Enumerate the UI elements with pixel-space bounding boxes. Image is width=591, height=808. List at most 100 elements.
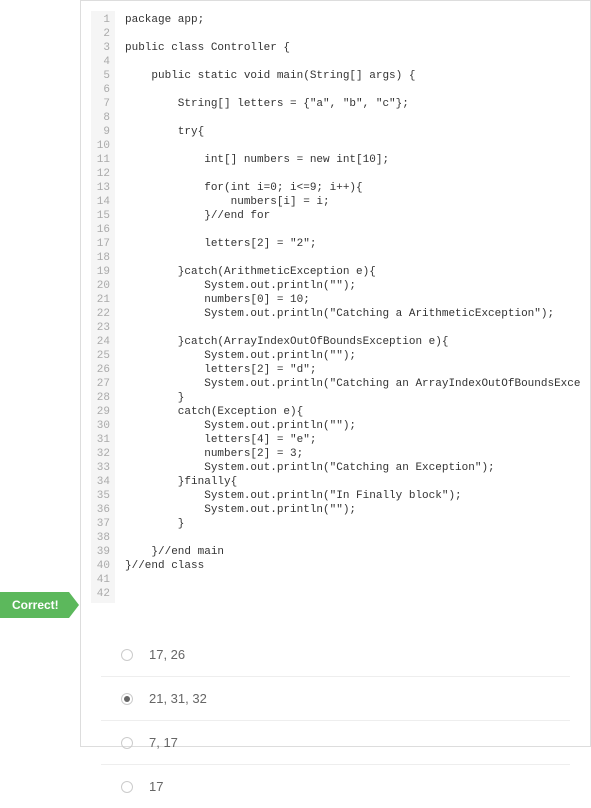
code-line: System.out.println(""); bbox=[125, 419, 580, 433]
answer-label: 17 bbox=[149, 779, 163, 794]
code-line: }catch(ArithmeticException e){ bbox=[125, 265, 580, 279]
code-line: System.out.println(""); bbox=[125, 503, 580, 517]
code-line: numbers[0] = 10; bbox=[125, 293, 580, 307]
line-number: 27 bbox=[94, 377, 110, 391]
code-line bbox=[125, 139, 580, 153]
answer-list: 17, 26 21, 31, 32 7, 17 17 bbox=[81, 623, 590, 808]
answer-label: 17, 26 bbox=[149, 647, 185, 662]
line-number: 14 bbox=[94, 195, 110, 209]
line-number: 34 bbox=[94, 475, 110, 489]
line-number: 25 bbox=[94, 349, 110, 363]
correct-badge-label: Correct! bbox=[12, 598, 59, 612]
code-line bbox=[125, 587, 580, 601]
code-line bbox=[125, 223, 580, 237]
content-area: 1234567891011121314151617181920212223242… bbox=[80, 0, 591, 747]
code-line: }//end for bbox=[125, 209, 580, 223]
line-number: 10 bbox=[94, 139, 110, 153]
answer-option[interactable]: 21, 31, 32 bbox=[101, 677, 570, 721]
code-line bbox=[125, 111, 580, 125]
code-line: }//end class bbox=[125, 559, 580, 573]
answer-label: 7, 17 bbox=[149, 735, 178, 750]
line-number: 26 bbox=[94, 363, 110, 377]
code-line: int[] numbers = new int[10]; bbox=[125, 153, 580, 167]
code-line: numbers[i] = i; bbox=[125, 195, 580, 209]
code-line: catch(Exception e){ bbox=[125, 405, 580, 419]
code-line bbox=[125, 321, 580, 335]
code-line: } bbox=[125, 517, 580, 531]
code-line: public static void main(String[] args) { bbox=[125, 69, 580, 83]
line-number: 21 bbox=[94, 293, 110, 307]
code-line: package app; bbox=[125, 13, 580, 27]
line-number: 30 bbox=[94, 419, 110, 433]
code-line bbox=[125, 167, 580, 181]
code-line: System.out.println("In Finally block"); bbox=[125, 489, 580, 503]
line-number: 20 bbox=[94, 279, 110, 293]
line-number: 37 bbox=[94, 517, 110, 531]
radio-icon[interactable] bbox=[121, 649, 133, 661]
line-number: 23 bbox=[94, 321, 110, 335]
line-number: 11 bbox=[94, 153, 110, 167]
code-line: } bbox=[125, 391, 580, 405]
code-line: letters[4] = "e"; bbox=[125, 433, 580, 447]
line-number: 18 bbox=[94, 251, 110, 265]
line-number: 40 bbox=[94, 559, 110, 573]
line-number-gutter: 1234567891011121314151617181920212223242… bbox=[91, 11, 115, 603]
code-line: }catch(ArrayIndexOutOfBoundsException e)… bbox=[125, 335, 580, 349]
line-number: 3 bbox=[94, 41, 110, 55]
answer-option[interactable]: 7, 17 bbox=[101, 721, 570, 765]
code-line: System.out.println("Catching an ArrayInd… bbox=[125, 377, 580, 391]
code-line: public class Controller { bbox=[125, 41, 580, 55]
line-number: 4 bbox=[94, 55, 110, 69]
line-number: 38 bbox=[94, 531, 110, 545]
code-line: System.out.println(""); bbox=[125, 349, 580, 363]
code-line: letters[2] = "d"; bbox=[125, 363, 580, 377]
line-number: 32 bbox=[94, 447, 110, 461]
line-number: 24 bbox=[94, 335, 110, 349]
code-line: String[] letters = {"a", "b", "c"}; bbox=[125, 97, 580, 111]
line-number: 29 bbox=[94, 405, 110, 419]
line-number: 6 bbox=[94, 83, 110, 97]
code-line: System.out.println("Catching an Exceptio… bbox=[125, 461, 580, 475]
code-block: 1234567891011121314151617181920212223242… bbox=[91, 11, 580, 603]
code-line: System.out.println(""); bbox=[125, 279, 580, 293]
line-number: 8 bbox=[94, 111, 110, 125]
code-line bbox=[125, 27, 580, 41]
code-line bbox=[125, 55, 580, 69]
answer-option[interactable]: 17, 26 bbox=[101, 633, 570, 677]
line-number: 36 bbox=[94, 503, 110, 517]
line-number: 7 bbox=[94, 97, 110, 111]
code-line bbox=[125, 531, 580, 545]
line-number: 17 bbox=[94, 237, 110, 251]
code-line: numbers[2] = 3; bbox=[125, 447, 580, 461]
line-number: 42 bbox=[94, 587, 110, 601]
line-number: 5 bbox=[94, 69, 110, 83]
line-number: 31 bbox=[94, 433, 110, 447]
code-lines: package app; public class Controller { pu… bbox=[115, 11, 580, 603]
radio-icon[interactable] bbox=[121, 781, 133, 793]
line-number: 19 bbox=[94, 265, 110, 279]
line-number: 12 bbox=[94, 167, 110, 181]
line-number: 22 bbox=[94, 307, 110, 321]
code-line bbox=[125, 83, 580, 97]
line-number: 28 bbox=[94, 391, 110, 405]
line-number: 2 bbox=[94, 27, 110, 41]
line-number: 41 bbox=[94, 573, 110, 587]
code-line: }finally{ bbox=[125, 475, 580, 489]
line-number: 16 bbox=[94, 223, 110, 237]
code-line bbox=[125, 573, 580, 587]
line-number: 39 bbox=[94, 545, 110, 559]
code-line: }//end main bbox=[125, 545, 580, 559]
correct-badge: Correct! bbox=[0, 592, 69, 618]
line-number: 1 bbox=[94, 13, 110, 27]
answer-option[interactable]: 17 bbox=[101, 765, 570, 808]
code-line: for(int i=0; i<=9; i++){ bbox=[125, 181, 580, 195]
answer-label: 21, 31, 32 bbox=[149, 691, 207, 706]
code-line: System.out.println("Catching a Arithmeti… bbox=[125, 307, 580, 321]
code-line bbox=[125, 251, 580, 265]
line-number: 35 bbox=[94, 489, 110, 503]
radio-icon[interactable] bbox=[121, 693, 133, 705]
code-line: letters[2] = "2"; bbox=[125, 237, 580, 251]
line-number: 9 bbox=[94, 125, 110, 139]
line-number: 15 bbox=[94, 209, 110, 223]
line-number: 13 bbox=[94, 181, 110, 195]
